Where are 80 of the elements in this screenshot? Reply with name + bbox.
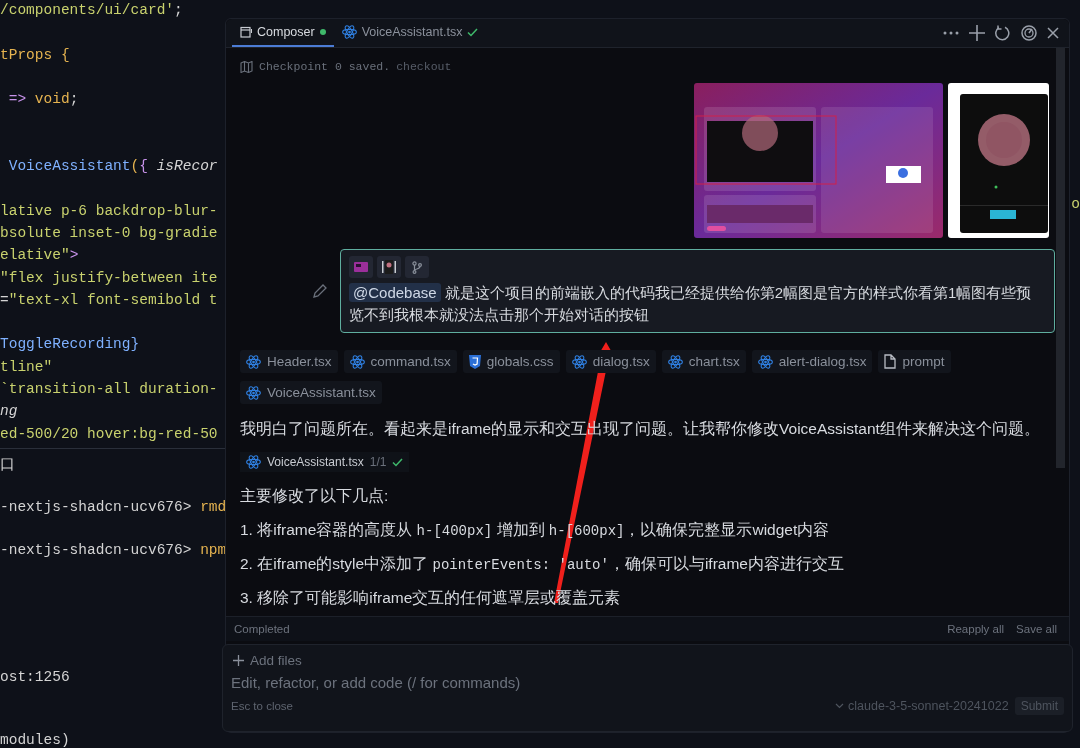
code-text: tline" (0, 357, 53, 377)
code-text: isRecor (156, 157, 218, 177)
refresh-icon[interactable] (995, 25, 1011, 41)
code-text: tProps (0, 45, 54, 65)
file-chip[interactable]: dialog.tsx (565, 350, 656, 373)
react-icon (246, 455, 261, 469)
code-text: /components/ui/card' (0, 1, 175, 20)
react-icon (341, 25, 357, 39)
action-button[interactable]: Reapply all (947, 623, 1005, 635)
code-text: bsolute inset-0 bg-gradie (0, 223, 218, 243)
code-text: rmd (200, 499, 227, 516)
code-text: ToggleRecording} (0, 335, 140, 355)
tab[interactable]: Composer (232, 19, 334, 47)
file-chip[interactable]: chart.tsx (661, 350, 746, 373)
code-text: VoiceAssistant (7, 157, 131, 177)
file-chip[interactable]: alert-dialog.tsx (751, 350, 873, 373)
close-icon[interactable] (1047, 27, 1059, 39)
code-text: { (139, 157, 149, 177)
code-text: > (69, 246, 79, 266)
check-icon (467, 27, 479, 37)
file-chip[interactable]: globals.css (462, 350, 560, 373)
file-icon (884, 354, 897, 369)
edited-file-chip[interactable]: VoiceAssistant.tsx 1/1 (240, 452, 410, 472)
branch-button[interactable] (405, 256, 429, 278)
checkpoint-text: Checkpoint 0 saved. (259, 60, 391, 73)
attachment-button[interactable] (377, 256, 401, 278)
map-icon (240, 60, 253, 73)
code-text: elative" (0, 246, 70, 266)
message-text: @Codebase 就是这个项目的前端嵌入的代码我已经提供给你第2幅图是官方的样式你看第1幅图有些预览不到我根本就没法点击那个开始对话的按钮 (349, 282, 1033, 325)
plus-icon (233, 655, 244, 666)
file-chip[interactable]: command.tsx (343, 350, 457, 373)
action-button[interactable]: Save all (1016, 623, 1057, 635)
more-icon[interactable] (943, 31, 959, 35)
gauge-icon[interactable] (1021, 25, 1037, 41)
react-icon (246, 354, 261, 369)
code-text: -nextjs-shadcn-ucv676> (0, 499, 193, 516)
react-icon (757, 354, 773, 369)
code-text: modules) (0, 732, 70, 748)
add-files-button[interactable]: Add files (231, 651, 304, 670)
code-text: = (0, 290, 9, 310)
checkout-link[interactable]: checkout (396, 60, 452, 73)
code-text: ng (0, 402, 18, 422)
input-field[interactable]: Edit, refactor, or add code (/ for commands) (231, 672, 1064, 693)
file-chip[interactable]: prompt (878, 350, 951, 373)
reply-text: 主要修改了以下几点: (240, 486, 390, 506)
code-text: ed-500/20 hover:bg-red-50 (0, 424, 218, 444)
code-text: ost:1256 (0, 668, 70, 685)
code-text: `transition-all duration- (0, 380, 218, 400)
status-text: Completed (234, 623, 290, 635)
file-chip[interactable]: Header.tsx (240, 350, 338, 373)
react-icon (246, 385, 261, 400)
code-text: ; (174, 1, 183, 20)
window-icon (240, 26, 252, 38)
code-text: "flex justify-between ite (0, 268, 218, 288)
thumbnail-icon (354, 262, 368, 272)
chevron-icon (835, 703, 845, 709)
status-dot (319, 29, 326, 35)
edit-icon[interactable] (312, 283, 328, 299)
code-text: lative p-6 backdrop-blur- (0, 201, 218, 221)
thumbnail-icon (382, 260, 396, 274)
code-text: void (34, 90, 70, 110)
hint-text: Esc to close (231, 700, 293, 712)
code-text: => (7, 90, 28, 110)
file-chip[interactable]: VoiceAssistant.tsx (240, 381, 382, 404)
plus-icon[interactable] (969, 25, 985, 41)
scrollbar[interactable] (1056, 48, 1065, 468)
code-text: -nextjs-shadcn-ucv676> (0, 541, 193, 558)
code-text: o (1071, 196, 1080, 212)
tab[interactable]: VoiceAssistant.tsx (333, 19, 487, 47)
css-shield-icon (468, 354, 481, 369)
code-text: 口 (0, 456, 15, 473)
code-text: ( (130, 157, 140, 177)
code-text: npm (200, 541, 227, 558)
react-icon (571, 354, 587, 369)
react-icon (349, 354, 365, 369)
code-text: { (60, 45, 70, 65)
code-text: "text-xl font-semibold t (8, 290, 218, 310)
code-text: ; (69, 90, 79, 110)
branch-icon (412, 260, 422, 274)
react-icon (667, 354, 683, 369)
